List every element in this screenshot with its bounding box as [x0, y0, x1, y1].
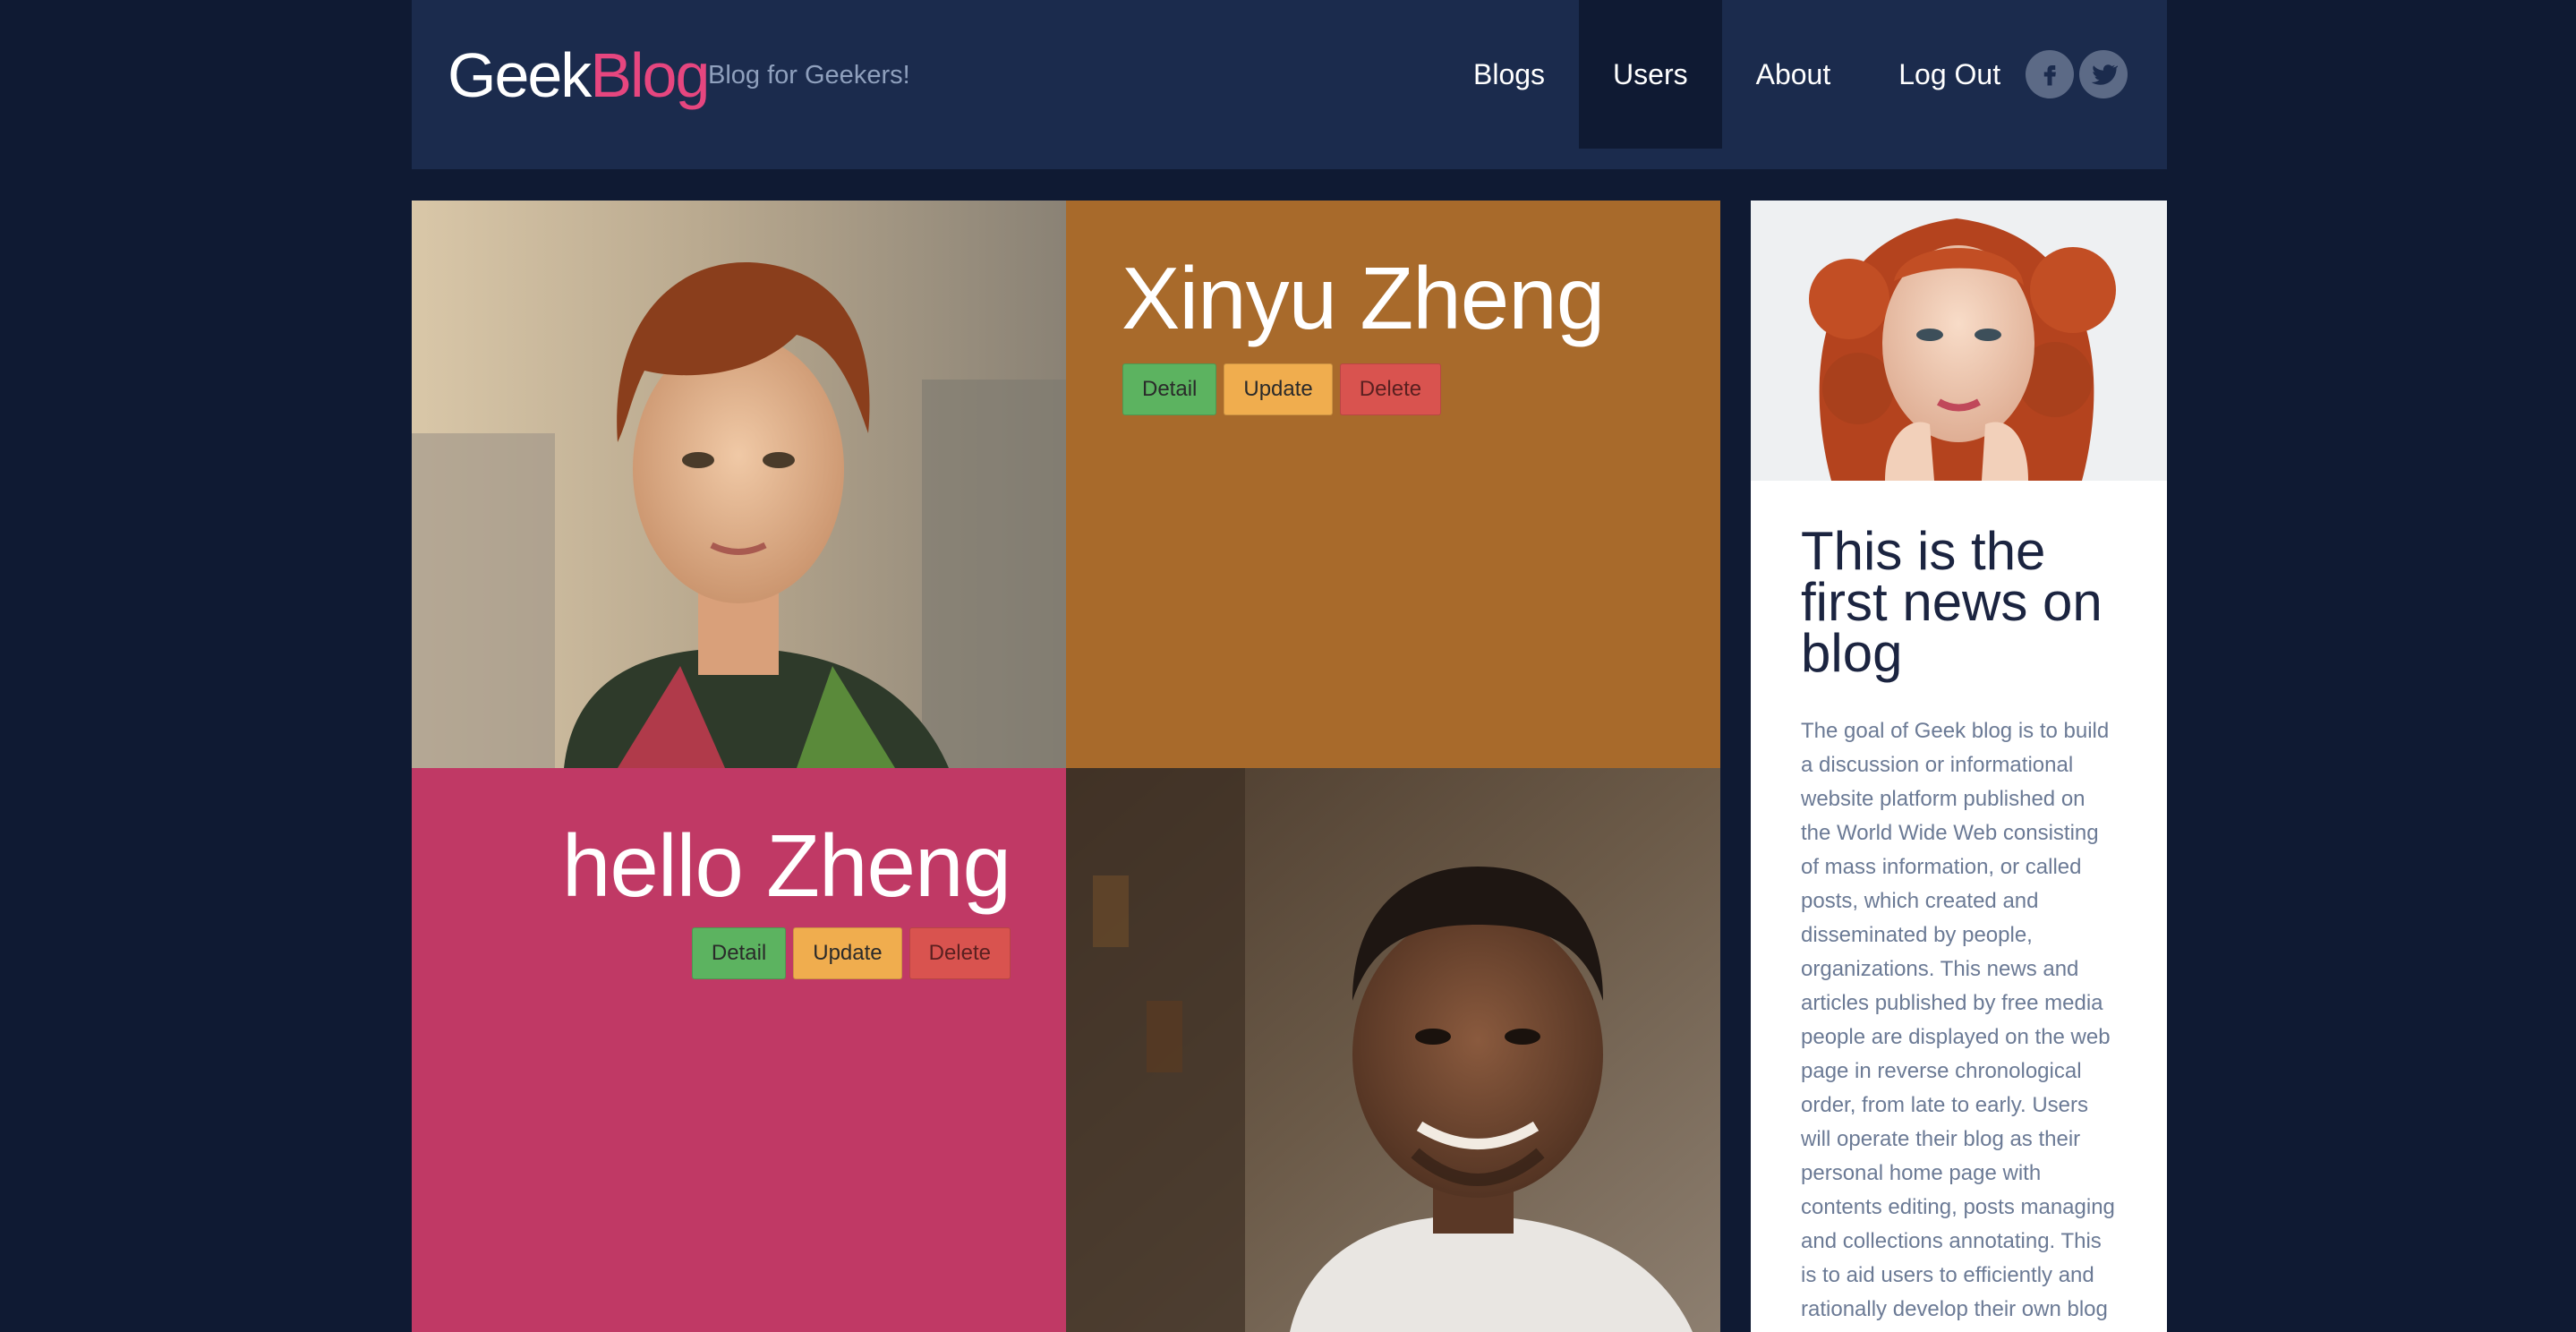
nav-logout[interactable]: Log Out	[1864, 0, 2034, 149]
user-photo-hello	[1066, 768, 1720, 1332]
social-links	[2026, 50, 2128, 98]
user-actions: Detail Update Delete	[691, 927, 1011, 979]
news-body: The goal of Geek blog is to build a disc…	[1801, 719, 2115, 1321]
twitter-icon[interactable]	[2079, 50, 2128, 98]
detail-button[interactable]: Detail	[691, 927, 787, 979]
user-card-xinyu: Xinyu Zheng Detail Update Delete	[1066, 201, 1720, 768]
site-logo[interactable]: GeekBlog	[448, 39, 710, 111]
user-name[interactable]: Xinyu Zheng	[1122, 249, 1605, 347]
update-button[interactable]: Update	[793, 927, 902, 979]
detail-button[interactable]: Detail	[1122, 363, 1217, 415]
logo-blog: Blog	[590, 40, 710, 110]
delete-button[interactable]: Delete	[1339, 363, 1442, 415]
news-title[interactable]: This is the first news on blog	[1801, 525, 2117, 680]
user-photo-xinyu	[412, 201, 1066, 768]
site-header: GeekBlog Blog for Geekers! Blogs Users A…	[412, 0, 2167, 169]
user-card-hello: hello Zheng Detail Update Delete	[412, 768, 1066, 1332]
facebook-icon[interactable]	[2026, 50, 2074, 98]
news-photo	[1751, 201, 2167, 481]
delete-button[interactable]: Delete	[908, 927, 1011, 979]
site-tagline: Blog for Geekers!	[708, 61, 910, 90]
page: GeekBlog Blog for Geekers! Blogs Users A…	[0, 0, 2576, 1332]
user-name[interactable]: hello Zheng	[562, 816, 1011, 915]
news-panel: This is the first news on blog The goal …	[1751, 481, 2167, 1332]
nav-users[interactable]: Users	[1579, 0, 1722, 149]
main-nav: Blogs Users About Log Out	[1439, 0, 2034, 149]
update-button[interactable]: Update	[1224, 363, 1333, 415]
nav-about[interactable]: About	[1722, 0, 1865, 149]
user-actions: Detail Update Delete	[1122, 363, 1442, 415]
logo-geek: Geek	[448, 40, 592, 110]
nav-blogs[interactable]: Blogs	[1439, 0, 1579, 149]
